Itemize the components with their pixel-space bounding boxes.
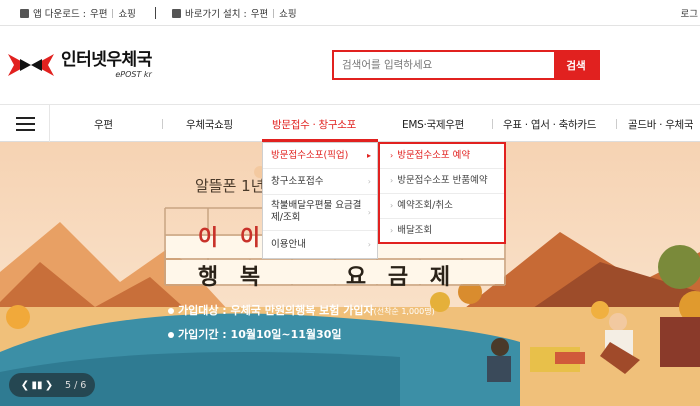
site-header: 인터넷우체국 ePOST kr 검색 <box>0 26 700 104</box>
search-bar: 검색 <box>332 50 600 80</box>
dropdown-subitem-label: 방문접수소포 예약 <box>397 150 471 161</box>
divider <box>492 119 493 129</box>
dropdown-item-guide[interactable]: 이용안내 › <box>263 231 377 259</box>
next-slide-icon[interactable]: ❯ <box>43 380 55 391</box>
bullet-icon <box>168 332 174 338</box>
chevron-right-icon: › <box>367 207 371 217</box>
search-button[interactable]: 검색 <box>554 52 598 78</box>
chevron-right-icon: › <box>390 176 394 185</box>
app-download-link-mail[interactable]: 우편 <box>90 6 107 20</box>
dropdown-main-list: 방문접수소포(픽업) ▸ 창구소포접수 › 착불배달우편물 요금결제/조회 › … <box>262 142 378 259</box>
divider <box>273 8 275 18</box>
search-input[interactable] <box>334 52 554 78</box>
dropdown-subitem-return[interactable]: › 방문접수소포 반품예약 <box>380 169 504 194</box>
divider <box>162 119 163 129</box>
dropdown-item-label: 착불배달우편물 요금결제/조회 <box>271 200 362 223</box>
dropdown-subitem-delivery-tracking[interactable]: › 배달조회 <box>380 219 504 243</box>
banner-title-char: 행 <box>197 265 219 290</box>
dropdown-item-pickup[interactable]: 방문접수소포(픽업) ▸ <box>263 143 377 169</box>
nav-item-stamps[interactable]: 우표 · 엽서 · 축하카드 <box>503 117 596 132</box>
banner-title-char: 요 <box>345 265 367 290</box>
app-download-group: 앱 다운로드 : 우편 쇼핑 <box>20 6 136 20</box>
dropdown-sub-list: › 방문접수소포 예약 › 방문접수소포 반품예약 › 예약조회/취소 › 배달조회 <box>378 142 506 244</box>
chevron-right-icon: › <box>390 151 394 160</box>
monitor-icon <box>172 8 181 18</box>
chevron-right-icon: › <box>390 226 394 235</box>
menu-icon[interactable] <box>0 105 50 142</box>
divider <box>112 8 114 18</box>
app-download-label: 앱 다운로드 : <box>33 9 86 20</box>
shortcut-install-label: 바로가기 설치 : <box>185 9 247 20</box>
nav-item-ems[interactable]: EMS·국제우편 <box>402 117 464 132</box>
epost-logo-icon <box>6 50 56 80</box>
pickup-dropdown-menu: 방문접수소포(픽업) ▸ 창구소포접수 › 착불배달우편물 요금결제/조회 › … <box>262 142 506 259</box>
slide-page-indicator: 5 / 6 <box>65 379 87 391</box>
divider <box>155 7 156 19</box>
dropdown-subitem-label: 예약조회/취소 <box>397 200 453 211</box>
info-eligibility: 가입대상 : 우체국 만원의행복 보험 가입자 <box>178 304 374 317</box>
logo-subtitle: ePOST kr <box>115 70 152 79</box>
shortcut-install-group: 바로가기 설치 : 우편 쇼핑 <box>172 6 297 20</box>
dropdown-item-cod-payment[interactable]: 착불배달우편물 요금결제/조회 › <box>263 195 377 231</box>
shortcut-link-shopping[interactable]: 쇼핑 <box>279 6 296 20</box>
info-eligibility-note: (선착순 1,000명) <box>373 307 435 316</box>
dropdown-item-label: 창구소포접수 <box>271 176 324 187</box>
top-utility-bar: 앱 다운로드 : 우편 쇼핑 바로가기 설치 : 우편 쇼핑 로그 <box>0 0 700 26</box>
logo-title: 인터넷우체국 <box>61 50 152 70</box>
dropdown-subitem-label: 방문접수소포 반품예약 <box>397 175 488 186</box>
divider <box>616 119 617 129</box>
prev-slide-icon[interactable]: ❮ <box>19 380 31 391</box>
banner-slider-controls: ❮ ▮▮ ❯ 5 / 6 <box>9 373 95 397</box>
nav-item-mail[interactable]: 우편 <box>94 117 113 132</box>
shortcut-link-mail[interactable]: 우편 <box>251 6 268 20</box>
nav-item-pickup[interactable]: 방문접수 · 창구소포 <box>272 117 356 132</box>
nav-item-shopping[interactable]: 우체국쇼핑 <box>186 117 233 132</box>
login-link[interactable]: 로그 <box>681 6 698 20</box>
banner-title-char: 복 <box>239 265 261 290</box>
phone-icon <box>20 8 29 18</box>
dropdown-subitem-lookup-cancel[interactable]: › 예약조회/취소 <box>380 194 504 219</box>
bullet-icon <box>168 308 174 314</box>
dropdown-item-label: 이용안내 <box>271 239 306 250</box>
banner-title-char: 금 <box>387 265 409 290</box>
banner-title-char: 이 <box>197 226 219 251</box>
pause-icon[interactable]: ▮▮ <box>31 380 43 391</box>
chevron-right-icon: › <box>390 201 394 210</box>
dropdown-item-label: 방문접수소포(픽업) <box>271 150 349 161</box>
banner-title-char: 제 <box>429 265 451 290</box>
banner-info: 가입대상 : 우체국 만원의행복 보험 가입자(선착순 1,000명) 가입기간… <box>168 299 435 346</box>
chevron-right-icon: › <box>367 176 371 186</box>
nav-item-goldbar[interactable]: 골드바 · 우체국 <box>628 117 694 132</box>
dropdown-subitem-label: 배달조회 <box>397 225 433 236</box>
main-nav: 우편 우체국쇼핑 방문접수 · 창구소포 EMS·국제우편 우표 · 엽서 · … <box>0 104 700 142</box>
chevron-right-icon: ▸ <box>366 150 371 160</box>
banner-subtitle: 알뜰폰 1년 <box>195 177 265 195</box>
info-period: 가입기간 : 10월10일~11월30일 <box>178 328 342 341</box>
dropdown-item-counter-parcel[interactable]: 창구소포접수 › <box>263 169 377 195</box>
dropdown-subitem-reserve[interactable]: › 방문접수소포 예약 <box>380 144 504 169</box>
app-download-link-shopping[interactable]: 쇼핑 <box>118 6 135 20</box>
chevron-right-icon: › <box>367 240 371 249</box>
site-logo[interactable]: 인터넷우체국 ePOST kr <box>6 50 152 80</box>
